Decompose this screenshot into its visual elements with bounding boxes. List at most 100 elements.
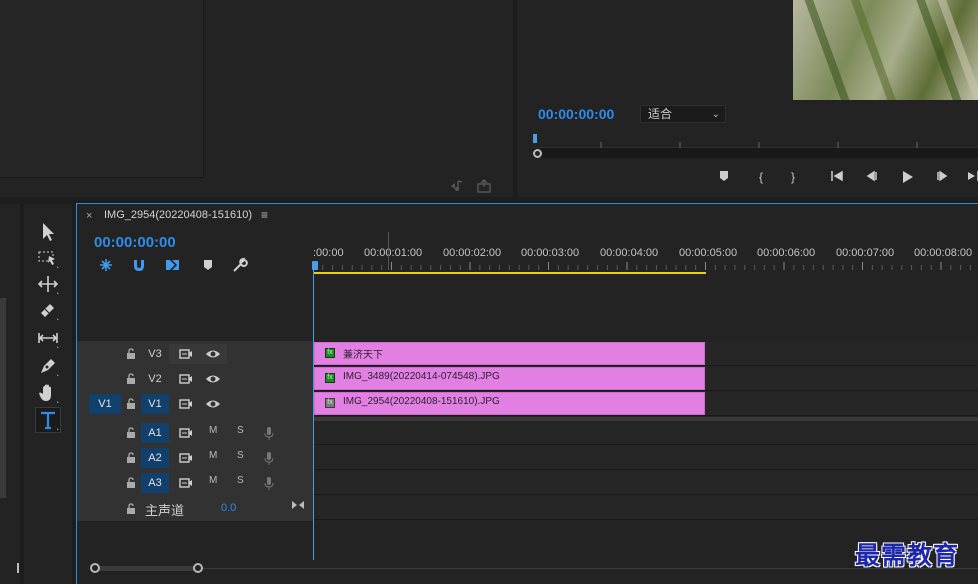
lock-icon[interactable] xyxy=(125,502,137,514)
clip-name: 兼济天下 xyxy=(343,350,383,361)
solo-button[interactable]: S xyxy=(237,450,244,461)
mute-button[interactable]: M xyxy=(209,425,217,436)
scroll-right-handle[interactable] xyxy=(193,563,203,573)
program-timecode[interactable]: 00:00:00:00 xyxy=(538,106,614,122)
hand-tool-icon[interactable] xyxy=(36,381,60,405)
fx-badge-icon: fx xyxy=(325,373,335,383)
ruler-label: 00:00:08:00 xyxy=(914,247,973,259)
solo-button[interactable]: S xyxy=(237,425,244,436)
eye-icon[interactable] xyxy=(205,396,221,412)
ruler-label: :00:00 xyxy=(313,247,344,259)
step-back-button[interactable] xyxy=(862,170,882,185)
source-patch-v1[interactable]: V1 xyxy=(89,394,121,414)
clip-name: IMG_3489(20220414-074548).JPG xyxy=(343,371,500,382)
go-to-out-button[interactable] xyxy=(963,170,978,185)
sync-lock-icon[interactable] xyxy=(178,425,194,441)
program-preview-image xyxy=(793,0,978,100)
clip-v1[interactable]: fx IMG_2954(20220408-151610).JPG xyxy=(314,392,705,415)
eye-icon[interactable] xyxy=(205,346,221,362)
sync-lock-icon[interactable] xyxy=(178,346,194,362)
track-area-a3[interactable] xyxy=(313,471,978,495)
lock-icon[interactable] xyxy=(125,451,137,463)
sync-lock-icon[interactable] xyxy=(178,396,194,412)
fit-zoom-select[interactable]: 适合 ⌄ xyxy=(640,105,726,123)
snap-magnet-icon[interactable] xyxy=(130,257,148,273)
close-tab-icon[interactable]: × xyxy=(86,210,92,222)
track-select-tool-icon[interactable] xyxy=(36,246,60,270)
scroll-left-handle[interactable] xyxy=(90,563,100,573)
panel-menu-icon[interactable]: ≡ xyxy=(261,208,268,222)
ruler-label: 00:00:03:00 xyxy=(521,247,580,259)
add-marker-icon[interactable] xyxy=(200,257,218,273)
master-volume-value[interactable]: 0.0 xyxy=(221,502,236,514)
ruler-label: 00:00:01:00 xyxy=(364,247,423,259)
track-name-v3[interactable]: V3 xyxy=(141,344,169,364)
timeline-scroll-area xyxy=(77,561,978,584)
microphone-icon[interactable] xyxy=(261,450,277,466)
track-area-a2[interactable] xyxy=(313,446,978,470)
lock-icon[interactable] xyxy=(125,426,137,438)
linked-selection-icon[interactable] xyxy=(164,257,182,273)
track-name-v1[interactable]: V1 xyxy=(141,394,169,414)
lock-icon[interactable] xyxy=(125,347,137,359)
microphone-icon[interactable] xyxy=(261,425,277,441)
microphone-icon[interactable] xyxy=(261,475,277,491)
slip-tool-icon[interactable] xyxy=(36,326,60,350)
ripple-edit-tool-icon[interactable] xyxy=(36,272,60,296)
ruler-label: 00:00:02:00 xyxy=(443,247,502,259)
go-to-in-button[interactable] xyxy=(827,170,847,185)
timeline-empty-area xyxy=(77,521,978,561)
mark-in-button[interactable]: { xyxy=(751,170,771,184)
video-track-empty-area xyxy=(313,275,978,341)
panel-scrollbar[interactable] xyxy=(0,298,6,498)
pen-tool-icon[interactable] xyxy=(36,354,60,378)
track-name-v2[interactable]: V2 xyxy=(141,369,169,389)
sync-lock-icon[interactable] xyxy=(178,450,194,466)
track-area-master[interactable] xyxy=(313,496,978,520)
step-forward-button[interactable] xyxy=(932,170,952,185)
type-tool-icon[interactable] xyxy=(35,407,61,433)
add-marker-button[interactable] xyxy=(714,170,734,185)
lock-icon[interactable] xyxy=(125,372,137,384)
go-to-end-icon[interactable] xyxy=(291,498,305,510)
export-frame-icon[interactable] xyxy=(476,178,492,193)
sync-lock-icon[interactable] xyxy=(178,371,194,387)
track-header-a2: A2 M S xyxy=(77,446,313,470)
mute-button[interactable]: M xyxy=(209,450,217,461)
sync-lock-icon[interactable] xyxy=(178,475,194,491)
clip-name: IMG_2954(20220408-151610).JPG xyxy=(343,396,500,407)
clip-v2[interactable]: fx IMG_3489(20220414-074548).JPG xyxy=(314,367,705,390)
lock-icon[interactable] xyxy=(125,476,137,488)
track-area-a1[interactable] xyxy=(313,421,978,445)
track-name-a3[interactable]: A3 xyxy=(141,473,169,493)
sequence-tab[interactable]: IMG_2954(20220408-151610) xyxy=(104,209,252,221)
ruler-label: 00:00:04:00 xyxy=(600,247,659,259)
timeline-zoom-scrollbar[interactable] xyxy=(95,566,198,571)
clip-v3[interactable]: fx 兼济天下 xyxy=(314,342,705,365)
track-name-a1[interactable]: A1 xyxy=(141,423,169,443)
source-monitor-view xyxy=(0,0,204,178)
ruler-ticks xyxy=(313,262,971,270)
wrench-settings-icon[interactable] xyxy=(231,257,249,273)
mark-out-button[interactable]: } xyxy=(783,170,803,184)
eye-icon[interactable] xyxy=(205,371,221,387)
selection-tool-icon[interactable] xyxy=(36,220,60,244)
ruler-major-tick xyxy=(388,232,389,270)
nest-sequence-icon[interactable] xyxy=(97,257,115,273)
ruler-label: 00:00:06:00 xyxy=(757,247,816,259)
program-scrub-bar[interactable] xyxy=(533,148,978,158)
track-name-a2[interactable]: A2 xyxy=(141,448,169,468)
lock-icon[interactable] xyxy=(125,397,137,409)
zoom-scroll-handle[interactable] xyxy=(533,149,542,158)
track-header-v1: V1 V1 xyxy=(77,392,313,416)
audio-insert-icon[interactable] xyxy=(449,179,465,193)
timeline-timecode[interactable]: 00:00:00:00 xyxy=(94,234,176,251)
mute-button[interactable]: M xyxy=(209,475,217,486)
track-header-v2: V2 xyxy=(77,367,313,391)
play-button[interactable] xyxy=(897,170,917,187)
solo-button[interactable]: S xyxy=(237,475,244,486)
work-area-bar[interactable] xyxy=(313,272,706,274)
razor-tool-icon[interactable] xyxy=(36,298,60,322)
playhead-handle[interactable] xyxy=(312,261,318,270)
playhead-line[interactable] xyxy=(313,264,314,560)
